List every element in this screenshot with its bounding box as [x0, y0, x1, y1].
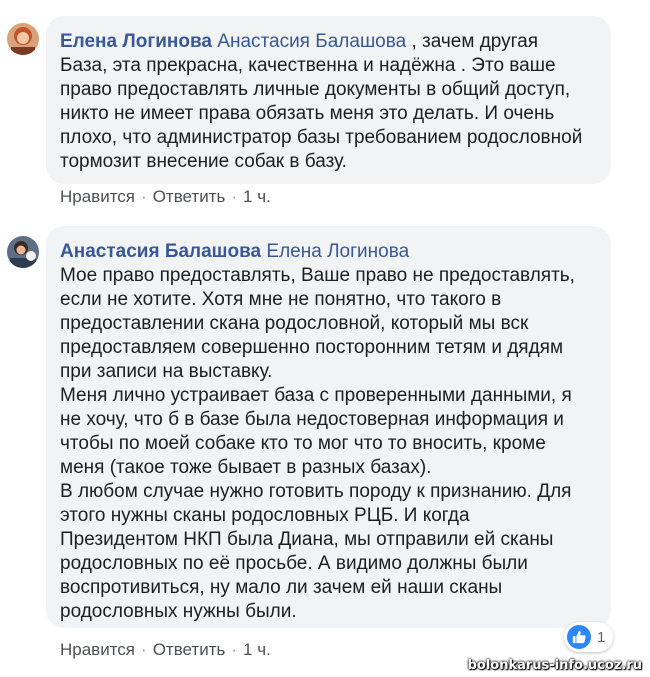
comment-mention[interactable]: Елена Логинова	[266, 241, 409, 262]
comment-text-line: плохо, что администратор базы требование…	[60, 127, 583, 148]
reply-link[interactable]: Ответить	[153, 187, 226, 206]
timestamp-link[interactable]: 1 ч.	[243, 640, 271, 659]
avatar-elena[interactable]	[7, 23, 39, 55]
comment-text-line: если не хотите. Хотя мне не понятно, что…	[60, 289, 502, 310]
comment-text-line: чтобы по моей собаке кто то мог что то в…	[60, 433, 546, 454]
comment-text-line: право предоставлять личные документы в о…	[60, 79, 571, 100]
comment-text: , зачем другая	[411, 31, 539, 52]
reaction-badge[interactable]: 1	[564, 622, 614, 652]
comment-text-line: родословных нужны были.	[60, 601, 297, 622]
thumbs-up-icon	[567, 625, 591, 649]
like-link[interactable]: Нравится	[60, 187, 135, 206]
separator-dot: ·	[231, 640, 238, 659]
reaction-count: 1	[597, 628, 606, 646]
separator-dot: ·	[231, 187, 238, 206]
comment-author[interactable]: Анастасия Балашова	[60, 241, 261, 262]
separator-dot: ·	[141, 187, 147, 206]
comment-author[interactable]: Елена Логинова	[60, 31, 212, 52]
comment-text-line: В любом случае нужно готовить породу к п…	[60, 481, 572, 502]
comment-text-line: Меня лично устраивает база с проверенным…	[60, 385, 572, 406]
comment-mention[interactable]: Анастасия Балашова	[217, 31, 406, 52]
comment-text-line: предоставляем совершенно посторонним тет…	[60, 337, 564, 358]
site-watermark: bolonkarus-info.ucoz.ru	[467, 658, 642, 673]
comment-bubble-2: Анастасия Балашова Елена Логинова Мое пр…	[46, 226, 611, 628]
comment-text-line: предоставлении скана родословной, которы…	[60, 313, 529, 334]
comment-text-line: База, эта прекрасна, качественна и надёж…	[60, 55, 556, 76]
comment-text-line: тормозит внесение собак в базу.	[60, 151, 347, 172]
comment-text-line: Президентом НКП была Диана, мы отправили…	[60, 529, 554, 550]
comment-text-line: при записи на выставку.	[60, 361, 273, 382]
comment-actions-2: Нравится · Ответить · 1 ч.	[60, 640, 271, 660]
separator-dot: ·	[141, 640, 147, 659]
timestamp-link[interactable]: 1 ч.	[243, 187, 271, 206]
comment-text-line: никто не имеет права обязать меня это де…	[60, 103, 555, 124]
avatar-anastasia[interactable]	[7, 236, 39, 268]
comment-text-line: родословных по её просьбе. А видимо долж…	[60, 553, 528, 574]
comment-actions-1: Нравится · Ответить · 1 ч.	[60, 187, 271, 207]
comment-text-line: меня (такое тоже бывает в разных базах).	[60, 457, 432, 478]
comment-bubble-1: Елена Логинова Анастасия Балашова , заче…	[46, 16, 611, 184]
comment-text-line: воспротивиться, ну мало ли зачем ей наши…	[60, 577, 503, 598]
reply-link[interactable]: Ответить	[153, 640, 226, 659]
comment-text-line: Мое право предоставлять, Ваше право не п…	[60, 265, 575, 286]
comment-text-line: этого нужны сканы родословных РЦБ. И ког…	[60, 505, 470, 526]
comment-text-line: не хочу, что б в базе была недостоверная…	[60, 409, 564, 430]
like-link[interactable]: Нравится	[60, 640, 135, 659]
